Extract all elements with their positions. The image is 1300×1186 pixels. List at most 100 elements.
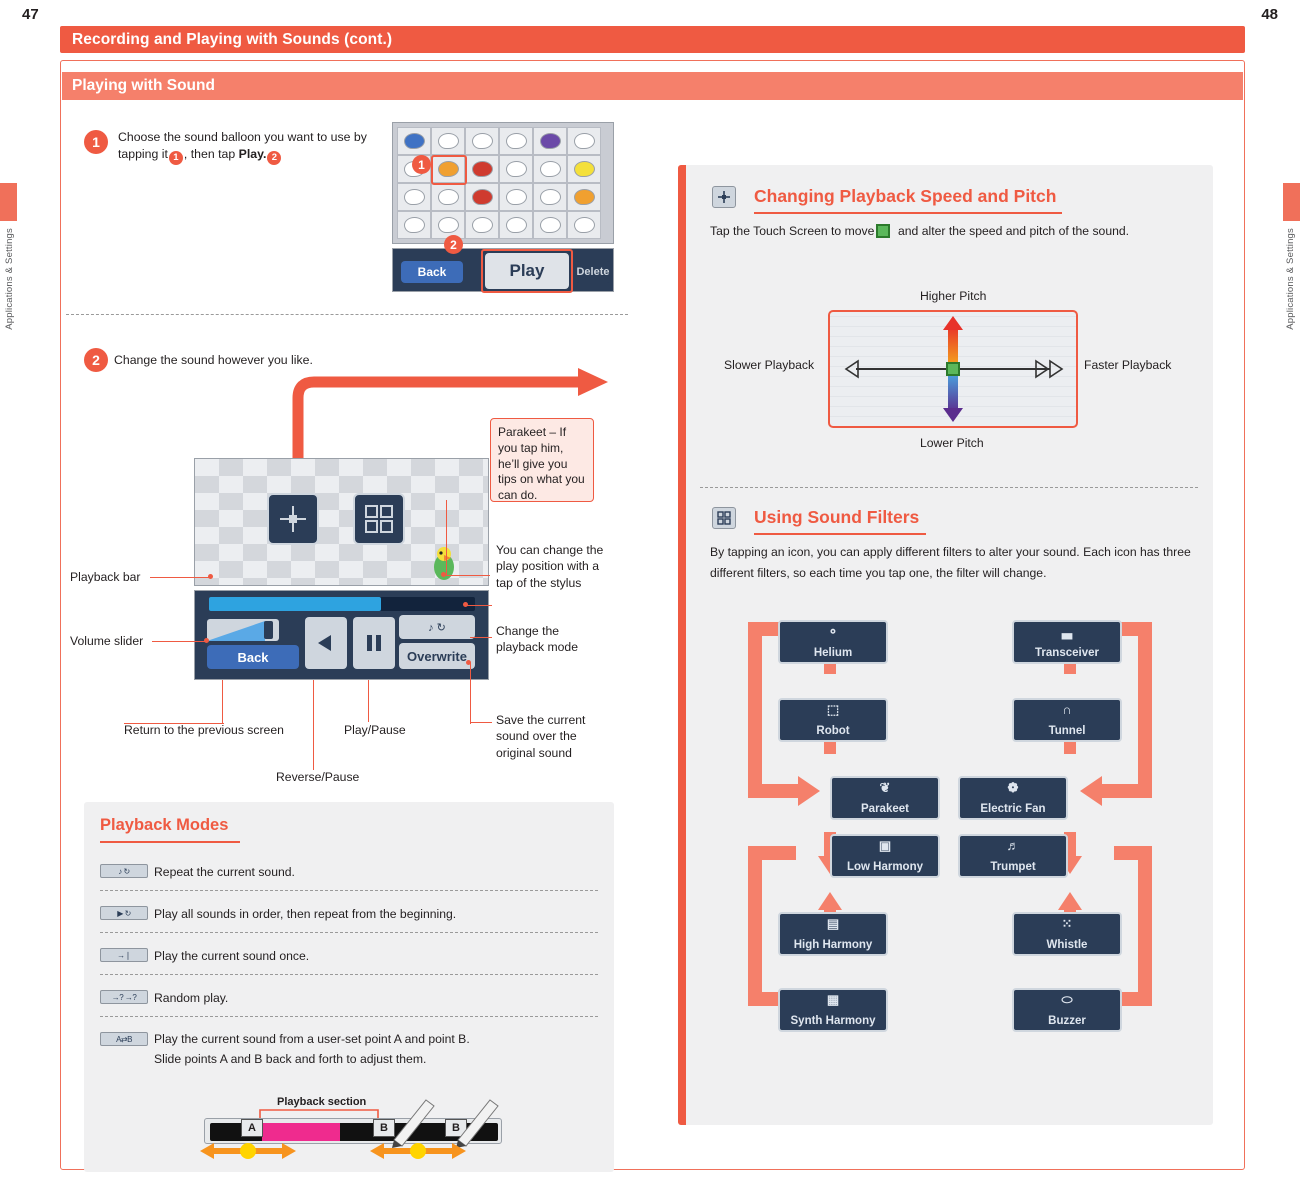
filter-box-tunnel[interactable]: ∩ Tunnel — [1012, 698, 1122, 742]
playback-modes-title: Playback Modes — [100, 816, 229, 834]
speed-pitch-touchpad[interactable] — [828, 310, 1078, 428]
heading-using-sound-filters: Using Sound Filters — [754, 507, 920, 527]
divider-left-1 — [66, 314, 628, 315]
playback-bar-fill — [209, 597, 381, 611]
leader-volume-slider — [152, 641, 208, 643]
filter-label: Whistle — [1046, 939, 1088, 951]
balloon-screen-buttons: Back Play Delete — [392, 248, 614, 293]
balloon-cell — [499, 211, 533, 239]
balloon-grid — [397, 127, 601, 239]
label-save-over: Save the current sound over the original… — [496, 713, 586, 760]
filter-box-transceiver[interactable]: ▃ Transceiver — [1012, 620, 1122, 664]
back-button[interactable]: Back — [401, 261, 463, 283]
mode-text-play-all: Play all sounds in order, then repeat fr… — [154, 907, 457, 921]
leader-playback-bar — [150, 577, 212, 579]
leader-dot — [466, 660, 471, 665]
label-change-play-position: You can change the play position with a … — [496, 543, 604, 590]
label-lower-pitch: Lower Pitch — [920, 436, 984, 450]
balloon-cell — [397, 183, 431, 211]
step-2-text: Change the sound however you like. — [114, 353, 313, 367]
filter-box-trumpet[interactable]: ♬ Trumpet — [958, 834, 1068, 878]
leader-change-pos — [466, 605, 492, 607]
filter-box-synth-harmony[interactable]: ▦ Synth Harmony — [778, 988, 888, 1032]
arrow-adjust-a — [200, 1143, 296, 1159]
filter-box-helium[interactable]: ⚬ Helium — [778, 620, 888, 664]
filter-box-low-harmony[interactable]: ▣ Low Harmony — [830, 834, 940, 878]
filter-box-whistle[interactable]: ⁙ Whistle — [1012, 912, 1122, 956]
chapter-title: Recording and Playing with Sounds (cont.… — [72, 30, 393, 48]
delete-button[interactable]: Delete — [575, 261, 611, 283]
side-tab-right — [1283, 183, 1300, 221]
mode-icon-ab: A⇄B — [100, 1032, 148, 1046]
leader-parakeet-v — [446, 500, 448, 576]
balloon-cell — [567, 183, 601, 211]
filter-flow-arrows — [748, 622, 1152, 1006]
mode-divider — [100, 974, 598, 975]
volume-slider[interactable] — [207, 619, 279, 641]
divider-right-1 — [700, 487, 1198, 488]
filter-label: Helium — [813, 647, 853, 659]
transceiver-icon: ▃ — [1062, 624, 1072, 639]
balloon-cell — [465, 127, 499, 155]
filter-box-parakeet[interactable]: ❦ Parakeet — [830, 776, 940, 820]
side-tab-left-label: Applications & Settings — [4, 228, 15, 330]
arrow-adjust-b — [370, 1143, 466, 1159]
right-panel-accent — [678, 165, 686, 1125]
label-faster-playback: Faster Playback — [1084, 358, 1172, 372]
high-harmony-icon: ▤ — [826, 916, 840, 931]
overwrite-button[interactable]: Overwrite — [399, 643, 475, 669]
reverse-pause-button[interactable] — [305, 617, 347, 669]
page-number-right: 48 — [1261, 6, 1278, 23]
label-reverse-pause: Reverse/Pause — [276, 770, 360, 784]
playback-bar[interactable] — [209, 597, 475, 611]
editor-controls: Back ♪ ↻ Overwrite — [194, 590, 489, 680]
page-number-left: 47 — [22, 6, 39, 23]
filter-label: Buzzer — [1048, 1015, 1086, 1027]
volume-slider-knob[interactable] — [264, 621, 273, 639]
balloon-cell — [431, 183, 465, 211]
side-tab-left — [0, 183, 17, 221]
filter-label: Low Harmony — [846, 861, 924, 873]
sound-filters-icon[interactable] — [353, 493, 405, 545]
balloon-cell — [533, 155, 567, 183]
label-volume-slider: Volume slider — [70, 634, 144, 648]
callout-1-badge: 1 — [412, 155, 431, 174]
filter-label: Electric Fan — [980, 803, 1046, 815]
balloon-cell — [397, 127, 431, 155]
playback-mode-button[interactable]: ♪ ↻ — [399, 615, 475, 639]
filter-box-buzzer[interactable]: ⬭ Buzzer — [1012, 988, 1122, 1032]
label-slower-playback: Slower Playback — [724, 358, 815, 372]
trumpet-icon: ♬ — [1006, 838, 1020, 853]
leader-save-h — [470, 722, 492, 724]
balloon-cell — [533, 211, 567, 239]
synth-harmony-icon: ▦ — [826, 992, 840, 1007]
speed-pitch-icon[interactable] — [267, 493, 319, 545]
filter-box-high-harmony[interactable]: ▤ High Harmony — [778, 912, 888, 956]
section-title-bar: Playing with Sound — [62, 72, 1243, 100]
step-1-text: Choose the sound balloon you want to use… — [118, 129, 368, 165]
balloon-cell — [431, 127, 465, 155]
heading-underline-1 — [754, 212, 1062, 214]
balloon-cell — [397, 211, 431, 239]
balloon-cell — [431, 211, 465, 239]
parakeet-character — [434, 547, 454, 580]
filter-label: Parakeet — [861, 803, 909, 815]
step-1-badge: 1 — [84, 130, 108, 154]
filter-box-electric-fan[interactable]: ❁ Electric Fan — [958, 776, 1068, 820]
leader-play-v — [368, 680, 370, 722]
balloon-cell — [567, 155, 601, 183]
filter-box-robot[interactable]: ⬚ Robot — [778, 698, 888, 742]
label-change-playback-mode: Change the playback mode — [496, 624, 578, 655]
label-play-pause: Play/Pause — [344, 723, 406, 737]
step-1-line2a: tapping it — [118, 146, 168, 161]
heading-changing-playback-speed: Changing Playback Speed and Pitch — [754, 186, 1057, 206]
touchpad-cursor[interactable] — [946, 362, 960, 376]
sound-filters-heading-icon — [712, 507, 736, 529]
balloon-cell — [465, 211, 499, 239]
filters-intro-line1: By tapping an icon, you can apply differ… — [710, 545, 1191, 559]
point-a-marker[interactable]: A — [241, 1119, 263, 1137]
editor-back-button[interactable]: Back — [207, 645, 299, 669]
callout-2-badge: 2 — [444, 235, 463, 254]
play-pause-button[interactable] — [353, 617, 395, 669]
inline-marker-1: 1 — [168, 151, 183, 165]
